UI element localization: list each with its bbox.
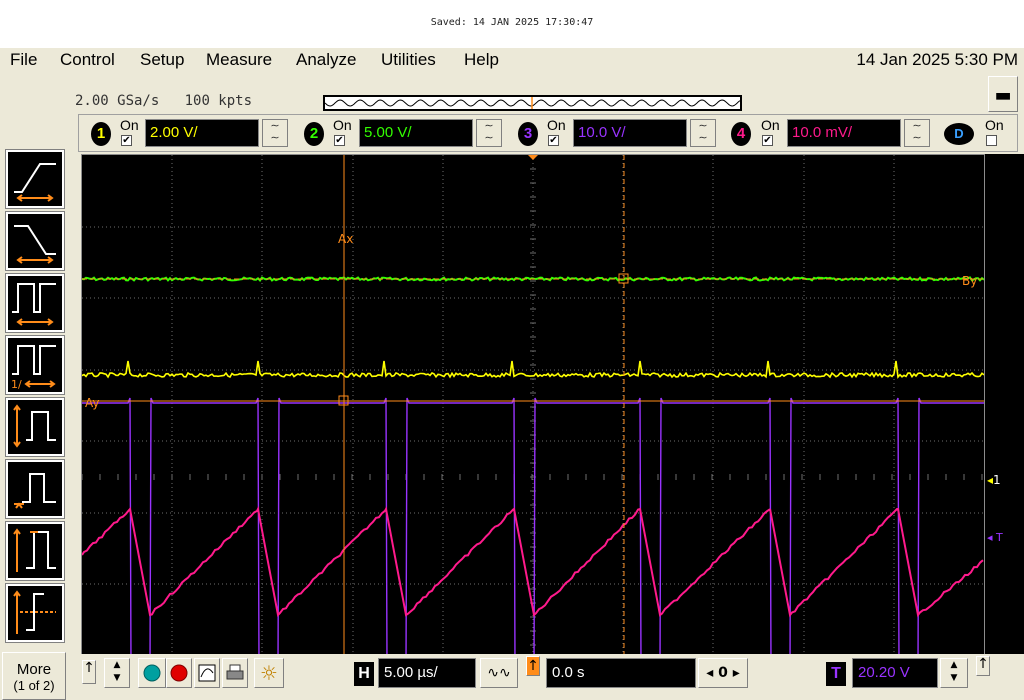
stop-icon <box>170 664 188 682</box>
channel-4-on-label: On <box>761 117 780 133</box>
channel-controls: 1 On ✔ 2.00 V/ ∼ ∼ 2 On ✔ 5.00 V/ ∼ ∼ 3 On… <box>78 114 1018 152</box>
channel-2-on-label: On <box>333 117 352 133</box>
channel-3-on-checkbox[interactable]: ✔ <box>548 135 559 146</box>
minimize-button[interactable]: ▬ <box>988 76 1018 112</box>
channel-offset-markers: ◂1 ◂ T ◂3 ◂2 <box>985 154 1024 700</box>
autoscale-button[interactable] <box>194 658 220 688</box>
glitch-icon <box>13 404 56 448</box>
acquisition-info: 2.00 GSa/s 100 kpts <box>75 93 252 109</box>
horizontal-delay[interactable]: 0.0 s <box>546 658 696 688</box>
channel-2-on-checkbox[interactable]: ✔ <box>334 135 345 146</box>
rising-edge-icon <box>14 163 56 202</box>
trigger-level[interactable]: 20.20 V <box>852 658 938 688</box>
glitch-trigger-button[interactable] <box>5 397 65 457</box>
delay-navigation[interactable]: ◂ 0 ▸ <box>698 658 748 688</box>
autoscale-icon <box>198 664 216 682</box>
single-run-icon <box>143 664 161 682</box>
print-button[interactable] <box>222 658 248 688</box>
more-button[interactable]: More (1 of 2) <box>2 652 66 700</box>
pulse-width-trigger-button[interactable] <box>5 273 65 333</box>
cursor-by-label: By <box>962 274 977 288</box>
channel-3-on-label: On <box>547 117 566 133</box>
ch1-offset-marker[interactable]: ◂1 <box>987 473 1001 487</box>
timeout-trigger-button[interactable] <box>5 521 65 581</box>
trigger-mode-panel: 1/ More (1 of 2) <box>0 72 70 700</box>
bottom-control-bar: ↑ ▲ ▼ ☼ H 5.00 µs/ ∿∿ ↑ 0.0 s ◂ 0 ▸ T 20.… <box>80 654 1024 700</box>
edge-falling-trigger-button[interactable] <box>5 211 65 271</box>
delay-marker-icon[interactable]: ↑ <box>526 656 540 676</box>
more-label: More <box>16 661 52 678</box>
transition-trigger-button[interactable] <box>5 583 65 643</box>
memory-wave-icon <box>325 97 740 109</box>
channel-1-scale-spinner[interactable]: ∼ ∼ <box>262 119 288 147</box>
trigger-scroll-arrow-icon[interactable]: ↑ <box>976 656 990 676</box>
menu-file[interactable]: File <box>10 50 37 70</box>
trigger-level-marker[interactable]: ◂ T <box>987 531 1003 544</box>
saved-timestamp: Saved: 14 JAN 2025 17:30:47 <box>0 0 1024 48</box>
timeout-icon <box>13 528 56 572</box>
channel-4-on-checkbox[interactable]: ✔ <box>762 135 773 146</box>
menu-control[interactable]: Control <box>60 50 115 70</box>
brightness-icon[interactable]: ☼ <box>254 658 284 688</box>
channel-4-badge[interactable]: 4 <box>731 122 751 146</box>
transition-icon <box>13 590 56 634</box>
graticule <box>82 155 984 700</box>
channel-1-scale[interactable]: 2.00 V/ <box>145 119 259 147</box>
run-status-button[interactable] <box>138 658 166 688</box>
channel-1-on-label: On <box>120 117 139 133</box>
horizontal-label: H <box>354 662 374 686</box>
vertical-stepper[interactable]: ▲ ▼ <box>104 658 130 688</box>
digital-on-checkbox[interactable] <box>986 135 997 146</box>
cursor-ax-label: Ax <box>338 232 353 246</box>
edge-rising-trigger-button[interactable] <box>5 149 65 209</box>
waveform-canvas: Ax Bx Ay By <box>82 155 984 700</box>
menu-setup[interactable]: Setup <box>140 50 184 70</box>
channel-3-badge[interactable]: 3 <box>518 122 538 146</box>
channel-1-badge[interactable]: 1 <box>91 122 111 146</box>
printer-icon <box>226 664 244 680</box>
channel-1-on-checkbox[interactable]: ✔ <box>121 135 132 146</box>
timebase-spinner[interactable]: ∿∿ <box>480 658 518 688</box>
timebase-scale[interactable]: 5.00 µs/ <box>378 658 476 688</box>
channel-4-scale[interactable]: 10.0 mV/ <box>787 119 901 147</box>
menu-datetime: 14 Jan 2025 5:30 PM <box>856 50 1018 69</box>
menu-utilities[interactable]: Utilities <box>381 50 436 70</box>
memory-depth: 100 kpts <box>184 93 253 109</box>
delay-nav-value: 0 <box>718 665 728 681</box>
runt-trigger-button[interactable] <box>5 459 65 519</box>
cursor-ay-label: Ay <box>85 396 100 410</box>
scope-app: 1/ More (1 of 2) 2.00 GSa/s 100 kpts ▬ 1… <box>0 72 1024 700</box>
pulse-width-icon <box>12 283 56 326</box>
memory-overview-bar[interactable] <box>323 95 742 111</box>
pattern-trigger-button[interactable]: 1/ <box>5 335 65 395</box>
channel-2-badge[interactable]: 2 <box>304 122 324 146</box>
channel-2-scale[interactable]: 5.00 V/ <box>359 119 473 147</box>
falling-edge-icon <box>14 225 56 264</box>
channel-3-scale[interactable]: 10.0 V/ <box>573 119 687 147</box>
digital-channels-badge[interactable]: D <box>944 123 974 145</box>
waveform-display[interactable]: Ax Bx Ay By <box>81 154 985 700</box>
channel-3-scale-spinner[interactable]: ∼ ∼ <box>690 119 716 147</box>
svg-text:1/: 1/ <box>11 378 22 391</box>
menu-analyze[interactable]: Analyze <box>296 50 356 70</box>
scroll-up-arrow-icon[interactable]: ↑ <box>82 660 96 684</box>
pulse-pattern-icon: 1/ <box>11 345 56 391</box>
trigger-level-stepper[interactable]: ▲ ▼ <box>940 658 968 688</box>
stop-button[interactable] <box>166 658 192 688</box>
menu-help[interactable]: Help <box>464 50 499 70</box>
more-page-label: (1 of 2) <box>13 678 55 693</box>
channel-2-scale-spinner[interactable]: ∼ ∼ <box>476 119 502 147</box>
sample-rate: 2.00 GSa/s <box>75 93 160 109</box>
trigger-position-top-marker <box>528 155 538 160</box>
channel-4-scale-spinner[interactable]: ∼ ∼ <box>904 119 930 147</box>
menu-measure[interactable]: Measure <box>206 50 272 70</box>
trigger-label: T <box>826 662 846 686</box>
digital-on-label: On <box>985 117 1004 133</box>
menu-bar: File Control Setup Measure Analyze Utili… <box>0 48 1024 72</box>
runt-icon <box>14 473 56 509</box>
